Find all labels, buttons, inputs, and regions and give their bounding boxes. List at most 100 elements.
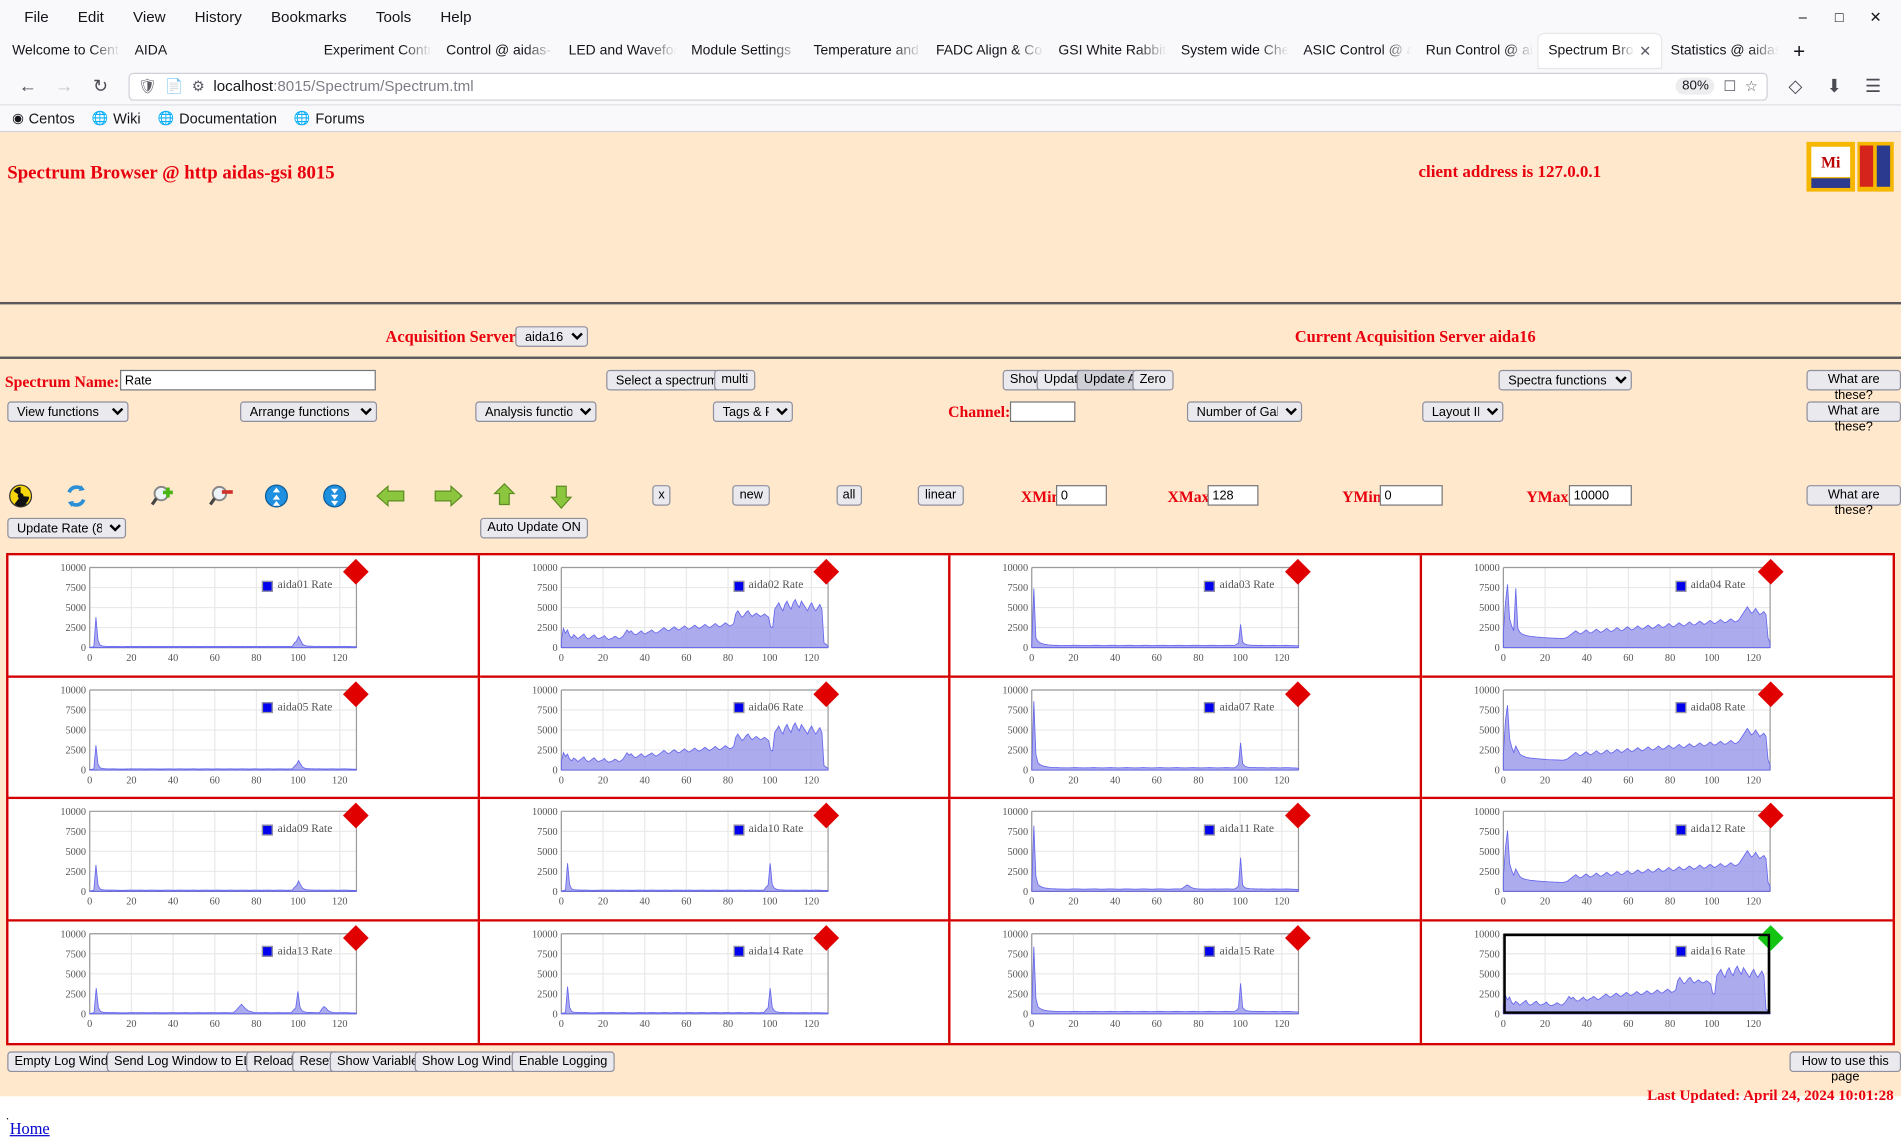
spectrum-panel[interactable]: 025005000750010000020406080100120aida07 … xyxy=(951,677,1422,799)
xmax-input[interactable] xyxy=(1208,485,1259,506)
auto-update-button[interactable]: Auto Update ON xyxy=(480,518,588,539)
enable-logging-button[interactable]: Enable Logging xyxy=(512,1051,615,1072)
expand-down-icon[interactable] xyxy=(261,481,293,510)
update-rate-dropdown[interactable]: Update Rate (8 secs) xyxy=(7,518,126,539)
app-menu-icon[interactable]: ☰ xyxy=(1855,70,1891,102)
spectrum-panel[interactable]: 025005000750010000020406080100120aida15 … xyxy=(951,921,1422,1043)
view-functions-dropdown[interactable]: View functions xyxy=(7,401,128,422)
tab-temperature[interactable]: Temperature and xyxy=(804,34,926,68)
tab-aida[interactable]: AIDA xyxy=(125,34,220,68)
spectrum-panel[interactable]: 025005000750010000020406080100120aida08 … xyxy=(1422,677,1893,799)
spectrum-panel[interactable]: 025005000750010000020406080100120aida01 … xyxy=(8,555,479,677)
tab-module-settings[interactable]: Module Settings xyxy=(681,34,803,68)
permissions-icon[interactable]: ⚙ xyxy=(192,78,205,95)
svg-text:120: 120 xyxy=(803,653,818,664)
arrow-right-icon[interactable] xyxy=(432,481,464,510)
tab-spectrum-browser[interactable]: Spectrum Brow ✕ xyxy=(1539,34,1661,68)
zoom-in-icon[interactable] xyxy=(148,481,180,510)
arrow-down-icon[interactable] xyxy=(546,481,578,510)
zoom-level-badge[interactable]: 80% xyxy=(1676,78,1715,95)
new-tab-button[interactable]: + xyxy=(1783,36,1815,68)
reload-icon[interactable]: ↻ xyxy=(82,70,118,102)
ymax-input[interactable] xyxy=(1569,485,1632,506)
spectrum-panel[interactable]: 025005000750010000020406080100120aida10 … xyxy=(480,799,951,921)
bookmark-star-icon[interactable]: ☆ xyxy=(1745,78,1758,95)
tags-and-fits-dropdown[interactable]: Tags & Fits xyxy=(713,401,793,422)
spectrum-plot: 025005000750010000020406080100120 xyxy=(480,799,950,920)
back-icon[interactable]: ← xyxy=(10,70,46,102)
all-button[interactable]: all xyxy=(837,485,862,506)
tab-run-control[interactable]: Run Control @ ai xyxy=(1416,34,1538,68)
menu-tools[interactable]: Tools xyxy=(361,4,425,28)
tab-system-wide-check[interactable]: System wide Che xyxy=(1171,34,1293,68)
pocket-icon[interactable]: ◇ xyxy=(1777,70,1813,102)
tab-experiment-control[interactable]: Experiment Contr xyxy=(314,34,436,68)
what-are-these-button-1[interactable]: What are these? xyxy=(1806,370,1901,391)
how-to-use-this-page-button[interactable]: How to use this page xyxy=(1790,1051,1901,1072)
menu-bookmarks[interactable]: Bookmarks xyxy=(256,4,361,28)
collapse-up-icon[interactable] xyxy=(319,481,351,510)
forward-icon[interactable]: → xyxy=(46,70,82,102)
tab-asic-control[interactable]: ASIC Control @ a xyxy=(1294,34,1416,68)
spectrum-name-input[interactable] xyxy=(120,370,376,391)
tab-gsi-white-rabbit[interactable]: GSI White Rabbit xyxy=(1049,34,1171,68)
tab-fadc-align[interactable]: FADC Align & Co xyxy=(926,34,1048,68)
layout-id-dropdown[interactable]: Layout ID=1 xyxy=(1422,401,1503,422)
xmin-input[interactable] xyxy=(1056,485,1107,506)
refresh-icon[interactable] xyxy=(61,481,93,510)
tab-welcome-centos[interactable]: Welcome to Cent xyxy=(2,34,124,68)
spectrum-panel[interactable]: 025005000750010000020406080100120aida13 … xyxy=(8,921,479,1043)
maximize-button[interactable]: □ xyxy=(1821,5,1857,29)
bookmark-forums[interactable]: 🌐Forums xyxy=(294,110,365,127)
reader-mode-icon[interactable]: ☐ xyxy=(1723,78,1736,95)
x-button[interactable]: x xyxy=(652,485,670,506)
arrange-functions-dropdown[interactable]: Arrange functions xyxy=(240,401,377,422)
spectrum-panel[interactable]: 025005000750010000020406080100120aida12 … xyxy=(1422,799,1893,921)
shield-icon[interactable]: 🛡 xyxy=(138,78,156,95)
spectrum-panel[interactable]: 025005000750010000020406080100120aida09 … xyxy=(8,799,479,921)
what-are-these-button-2[interactable]: What are these? xyxy=(1806,401,1901,422)
spectrum-panel[interactable]: 025005000750010000020406080100120aida11 … xyxy=(951,799,1422,921)
downloads-icon[interactable]: ⬇ xyxy=(1816,70,1852,102)
bookmark-wiki[interactable]: 🌐Wiki xyxy=(92,110,141,127)
number-of-galleries-dropdown[interactable]: Number of Galleries xyxy=(1187,401,1302,422)
tab-blank[interactable] xyxy=(219,34,314,68)
multi-button[interactable]: multi xyxy=(714,370,755,391)
address-bar[interactable]: 🛡 📄 ⚙ localhost:8015/Spectrum/Spectrum.t… xyxy=(129,72,1768,100)
menu-edit[interactable]: Edit xyxy=(63,4,118,28)
menu-view[interactable]: View xyxy=(118,4,180,28)
arrow-left-icon[interactable] xyxy=(376,481,408,510)
minimize-button[interactable]: – xyxy=(1785,5,1821,29)
spectrum-panel[interactable]: 025005000750010000020406080100120aida03 … xyxy=(951,555,1422,677)
tab-statistics[interactable]: Statistics @ aidas xyxy=(1661,34,1783,68)
what-are-these-button-3[interactable]: What are these? xyxy=(1806,485,1901,506)
close-icon[interactable]: ✕ xyxy=(1634,42,1651,59)
arrow-up-icon[interactable] xyxy=(489,481,521,510)
channel-input[interactable] xyxy=(1010,401,1075,422)
spectrum-panel[interactable]: 025005000750010000020406080100120aida04 … xyxy=(1422,555,1893,677)
linear-button[interactable]: linear xyxy=(918,485,964,506)
zero-button[interactable]: Zero xyxy=(1132,370,1173,391)
bookmark-centos[interactable]: ◉Centos xyxy=(12,110,75,127)
tab-led-waveform[interactable]: LED and Wavefor xyxy=(559,34,681,68)
menu-help[interactable]: Help xyxy=(426,4,486,28)
bookmark-documentation[interactable]: 🌐Documentation xyxy=(158,110,277,127)
spectrum-panel[interactable]: 025005000750010000020406080100120aida05 … xyxy=(8,677,479,799)
menu-file[interactable]: File xyxy=(10,4,64,28)
home-link[interactable]: Home xyxy=(10,1119,50,1138)
spectrum-panel[interactable]: 025005000750010000020406080100120aida16 … xyxy=(1422,921,1893,1043)
spectrum-panel[interactable]: 025005000750010000020406080100120aida02 … xyxy=(480,555,951,677)
spectra-functions-dropdown[interactable]: Spectra functions xyxy=(1499,370,1632,391)
ymin-input[interactable] xyxy=(1380,485,1443,506)
spectrum-panel[interactable]: 025005000750010000020406080100120aida06 … xyxy=(480,677,951,799)
zoom-out-icon[interactable] xyxy=(206,481,238,510)
analysis-functions-dropdown[interactable]: Analysis functions xyxy=(475,401,596,422)
tab-control-aidas[interactable]: Control @ aidas- xyxy=(436,34,558,68)
spectrum-panel[interactable]: 025005000750010000020406080100120aida14 … xyxy=(480,921,951,1043)
acquisition-server-select[interactable]: aida16 xyxy=(515,326,588,347)
close-window-button[interactable]: ✕ xyxy=(1857,5,1893,29)
radiation-icon[interactable] xyxy=(5,481,37,510)
new-button[interactable]: new xyxy=(732,485,770,506)
menu-history[interactable]: History xyxy=(180,4,256,28)
svg-text:20: 20 xyxy=(126,775,136,786)
